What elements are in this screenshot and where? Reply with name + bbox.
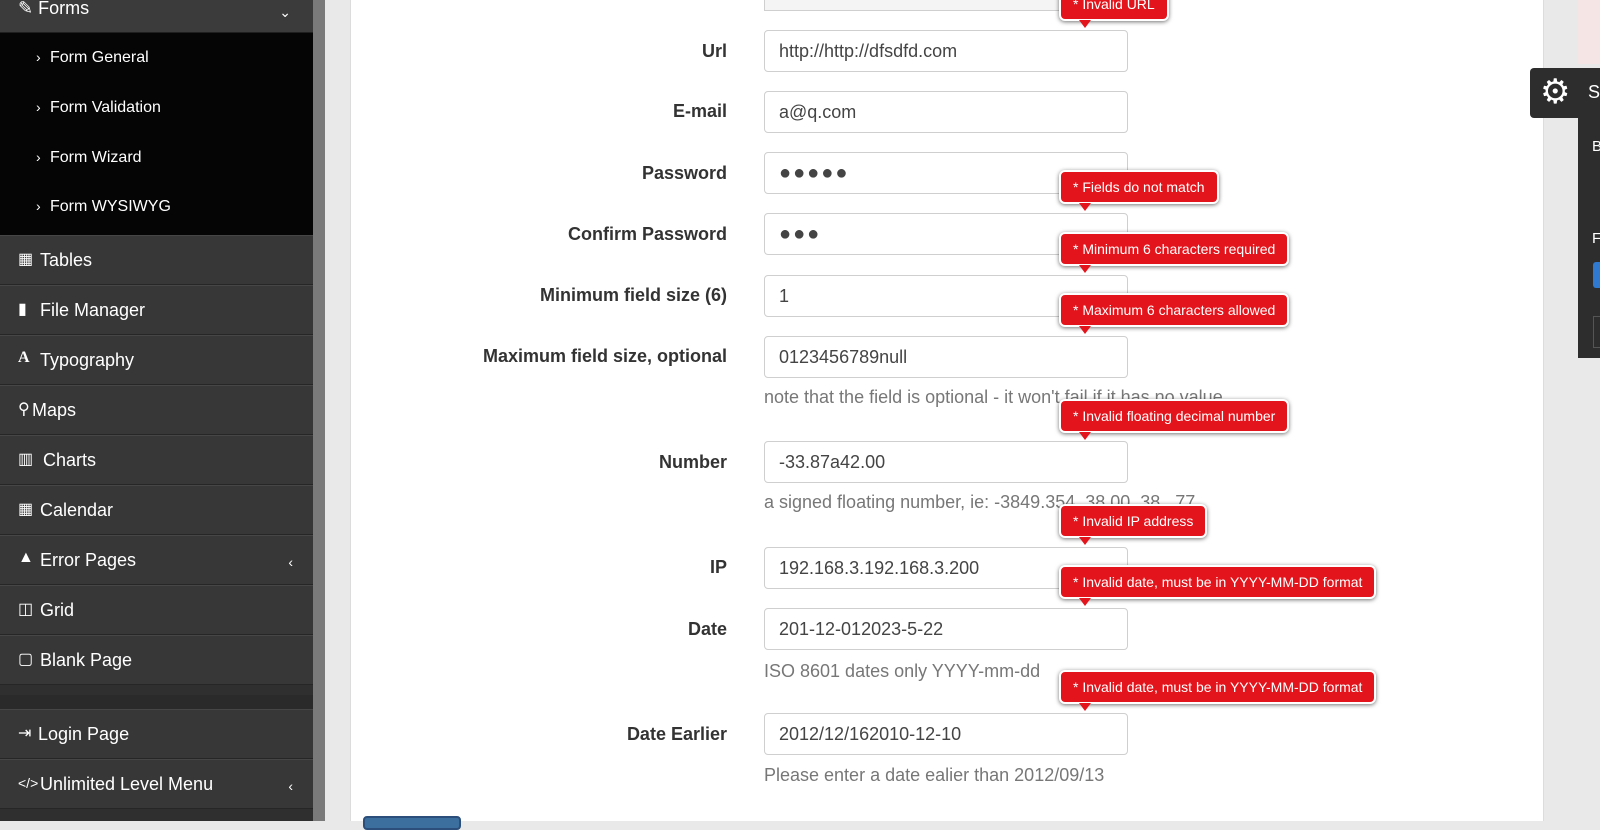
- date-earlier-input[interactable]: 2012/12/162010-12-10: [764, 713, 1128, 755]
- submenu-item-form-wizard[interactable]: › Form Wizard: [36, 149, 142, 171]
- date-label: Date: [687, 619, 727, 639]
- submenu-item-form-general[interactable]: › Form General: [36, 49, 149, 71]
- submenu-item-form-validation[interactable]: › Form Validation: [36, 99, 161, 121]
- chevron-right-icon: ›: [36, 49, 41, 65]
- sidebar-item-unlimited-level-menu[interactable]: </> Unlimited Level Menu ‹: [0, 759, 313, 809]
- error-tooltip-max: * Maximum 6 characters allowed: [1059, 293, 1290, 334]
- settings-panel: B F: [1578, 112, 1600, 358]
- sidebar-item-charts[interactable]: ▥ Charts: [0, 435, 313, 485]
- scroll-gutter: [313, 0, 325, 821]
- email-input[interactable]: a@q.com: [764, 91, 1128, 133]
- chevron-left-icon: ‹: [288, 554, 293, 570]
- chevron-right-icon: ›: [36, 149, 41, 165]
- sidebar-item-calendar[interactable]: ▦ Calendar: [0, 485, 313, 535]
- error-tooltip-ip: * Invalid IP address: [1059, 504, 1208, 545]
- settings-title: S: [1588, 82, 1600, 102]
- sidebar-item-error-pages[interactable]: ▲ Error Pages ‹: [0, 535, 313, 585]
- date-earlier-help: Please enter a date ealier than 2012/09/…: [764, 765, 1105, 785]
- max-size-input[interactable]: 0123456789null: [764, 336, 1128, 378]
- forms-submenu: › Form General › Form Validation › Form Wiz…: [0, 33, 313, 235]
- password-label: Password: [641, 163, 727, 183]
- settings-toggle-switch[interactable]: [1593, 262, 1600, 288]
- sidebar-item-grid[interactable]: ◫ Grid: [0, 585, 313, 635]
- submenu-item-form-wysiwyg[interactable]: › Form WYSIWYG: [36, 198, 171, 220]
- table-icon: ▦: [18, 251, 34, 268]
- url-label: Url: [701, 41, 727, 61]
- sidebar-item-tables[interactable]: ▦ Tables: [0, 235, 313, 285]
- error-tooltip-url: * Invalid URL: [1059, 0, 1169, 28]
- date-input[interactable]: 201-12-012023-5-22: [764, 608, 1128, 650]
- chevron-right-icon: ›: [36, 99, 41, 115]
- number-label: Number: [658, 452, 727, 472]
- settings-text: B: [1592, 138, 1600, 155]
- page-edge: [1578, 0, 1600, 64]
- settings-text: F: [1592, 230, 1600, 247]
- chevron-down-icon: ⌄: [279, 4, 291, 20]
- settings-toggle[interactable]: ⚙ S: [1530, 68, 1600, 118]
- file-icon: ▮: [18, 301, 27, 318]
- sidebar-divider: [0, 695, 313, 709]
- columns-icon: ◫: [18, 601, 34, 618]
- max-size-label: Maximum field size, optional: [482, 346, 727, 366]
- submit-button[interactable]: [363, 816, 461, 830]
- error-tooltip-number: * Invalid floating decimal number: [1059, 399, 1290, 440]
- calendar-icon: ▦: [18, 501, 34, 518]
- sign-in-icon: ⇥: [18, 725, 32, 742]
- code-icon: </>: [18, 775, 39, 791]
- chevron-right-icon: ›: [36, 198, 41, 214]
- warning-icon: ▲: [18, 549, 34, 566]
- gears-icon: ⚙: [1540, 73, 1571, 111]
- sidebar: ✎ Forms ⌄ › Form General › Form Validation…: [0, 0, 313, 821]
- pencil-icon: ✎: [18, 0, 34, 18]
- settings-select[interactable]: [1593, 316, 1600, 348]
- sidebar-item-label: Forms: [38, 0, 90, 18]
- email-label: E-mail: [672, 101, 727, 121]
- error-tooltip-date-earlier: * Invalid date, must be in YYYY-MM-DD fo…: [1059, 670, 1377, 711]
- sidebar-item-maps[interactable]: ⚲ Maps: [0, 385, 313, 435]
- ip-label: IP: [709, 557, 727, 577]
- date-earlier-label: Date Earlier: [626, 724, 727, 744]
- error-tooltip-confirm: * Fields do not match: [1059, 170, 1219, 211]
- bar-chart-icon: ▥: [18, 451, 34, 468]
- date-help: ISO 8601 dates only YYYY-mm-dd: [764, 661, 1041, 681]
- error-tooltip-min: * Minimum 6 characters required: [1059, 232, 1290, 273]
- square-icon: ▢: [18, 651, 34, 668]
- min-size-label: Minimum field size (6): [539, 285, 727, 305]
- sidebar-item-file-manager[interactable]: ▮ File Manager: [0, 285, 313, 335]
- sidebar-item-forms[interactable]: ✎ Forms ⌄: [0, 0, 313, 33]
- sidebar-item-typography[interactable]: A Typography: [0, 335, 313, 385]
- number-input[interactable]: -33.87a42.00: [764, 441, 1128, 483]
- confirm-password-label: Confirm Password: [567, 224, 727, 244]
- sidebar-item-login-page[interactable]: ⇥ Login Page: [0, 709, 313, 759]
- error-tooltip-date: * Invalid date, must be in YYYY-MM-DD fo…: [1059, 565, 1377, 606]
- chevron-left-icon: ‹: [288, 778, 293, 794]
- sidebar-item-blank-page[interactable]: ▢ Blank Page: [0, 635, 313, 685]
- font-icon: A: [18, 349, 30, 366]
- url-input[interactable]: http://http://dfsdfd.com: [764, 30, 1128, 72]
